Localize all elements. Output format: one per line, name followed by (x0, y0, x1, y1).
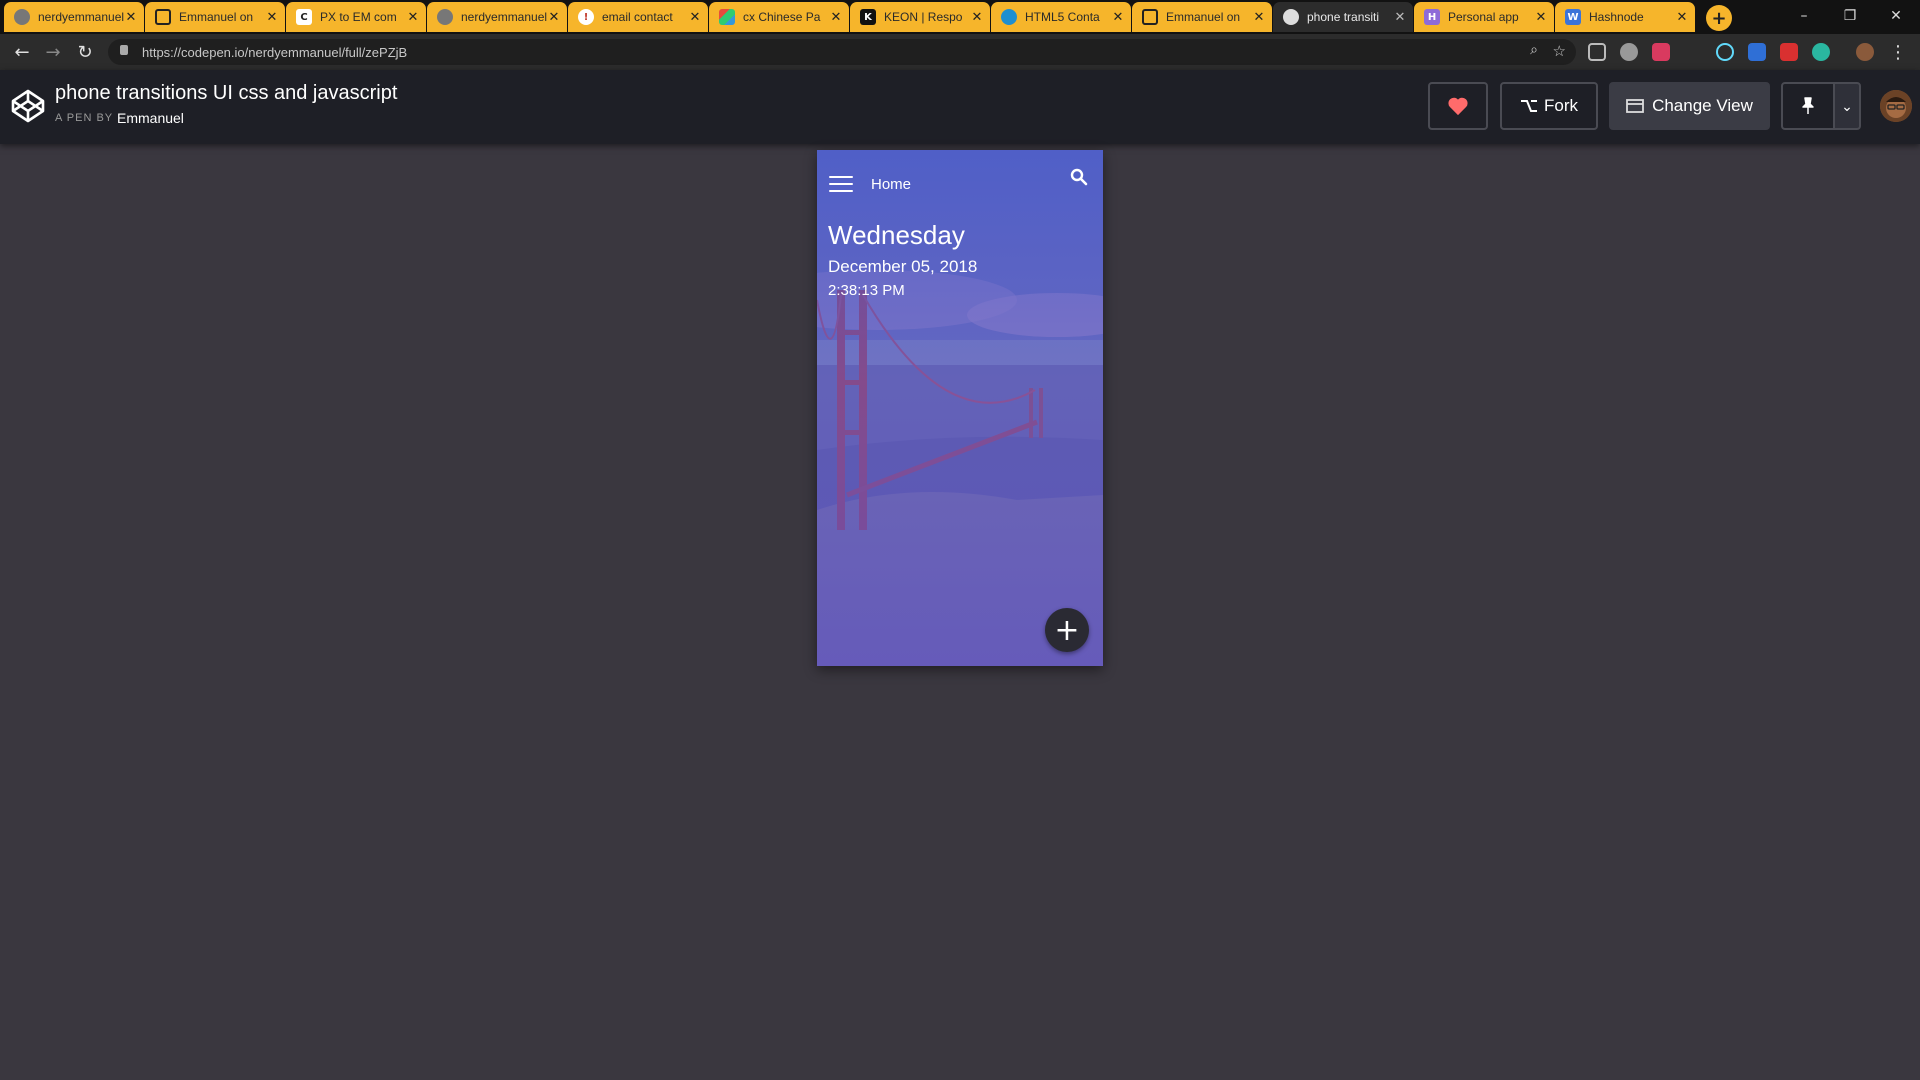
menu-dots-icon[interactable]: ⋮ (1886, 40, 1910, 64)
browser-toolbar: ← → ↻ https://codepen.io/nerdyemmanuel/f… (0, 34, 1920, 70)
close-icon[interactable]: ✕ (688, 10, 702, 25)
love-button[interactable] (1428, 82, 1488, 130)
browser-tab[interactable]: C PX to EM com ✕ (286, 2, 426, 32)
tab-title: KEON | Respo (884, 10, 963, 24)
codepen-icon (1142, 9, 1158, 25)
profile-avatar-icon[interactable] (1856, 43, 1874, 61)
close-icon[interactable]: ✕ (1393, 10, 1407, 25)
react-icon[interactable] (1716, 43, 1734, 61)
tab-title: email contact (602, 10, 673, 24)
close-icon[interactable]: ✕ (547, 10, 561, 25)
browser-tab[interactable]: H Personal app ✕ (1414, 2, 1554, 32)
url-text: https://codepen.io/nerdyemmanuel/full/ze… (142, 45, 408, 60)
chevron-down-icon: ⌄ (1841, 97, 1853, 114)
close-icon[interactable]: ✕ (265, 10, 279, 25)
codepen-header: phone transitions UI css and javascript … (0, 70, 1920, 144)
hamburger-menu-icon[interactable] (829, 176, 853, 194)
tab-title: cx Chinese Pa (743, 10, 821, 24)
pin-button[interactable] (1781, 82, 1835, 130)
reload-icon[interactable]: ↻ (73, 40, 97, 64)
browser-tab[interactable]: HTML5 Conta ✕ (991, 2, 1131, 32)
close-icon[interactable]: ✕ (829, 10, 843, 25)
time-text: 2:38:13 PM (828, 282, 905, 299)
back-icon[interactable]: ← (10, 40, 34, 64)
info-icon: ! (578, 9, 594, 25)
globe-icon (1283, 9, 1299, 25)
close-icon[interactable]: ✕ (406, 10, 420, 25)
fork-button[interactable]: Fork (1500, 82, 1598, 130)
browser-tab[interactable]: Emmanuel on ✕ (1132, 2, 1272, 32)
browser-tab[interactable]: ! email contact ✕ (568, 2, 708, 32)
close-window-icon[interactable]: ✕ (1876, 4, 1916, 28)
user-avatar[interactable] (1880, 90, 1912, 122)
tab-title: Personal app (1448, 10, 1519, 24)
tab-title: PX to EM com (320, 10, 397, 24)
k-icon: K (860, 9, 876, 25)
pen-author-link[interactable]: Emmanuel (117, 110, 184, 126)
tab-title: Emmanuel on (1166, 10, 1241, 24)
tab-title: HTML5 Conta (1025, 10, 1100, 24)
extension-icon[interactable] (1748, 43, 1766, 61)
c-icon: C (296, 9, 312, 25)
extension-icon[interactable] (1588, 43, 1606, 61)
close-icon[interactable]: ✕ (1675, 10, 1689, 25)
change-view-button[interactable]: Change View (1609, 82, 1770, 130)
phone-nav-title: Home (871, 176, 912, 193)
phone-mockup: Home Wednesday December 05, 2018 2:38:13… (817, 150, 1103, 666)
forward-icon[interactable]: → (41, 40, 65, 64)
minimize-icon[interactable]: – (1784, 4, 1824, 28)
browser-tab[interactable]: W Hashnode ✕ (1555, 2, 1695, 32)
add-fab-button[interactable]: + (1045, 608, 1089, 652)
search-icon[interactable] (1070, 168, 1088, 186)
close-icon[interactable]: ✕ (124, 10, 138, 25)
close-icon[interactable]: ✕ (970, 10, 984, 25)
codepen-logo-icon[interactable] (10, 88, 46, 124)
date-text: December 05, 2018 (828, 257, 978, 276)
tab-title: nerdyemmanuel (461, 10, 547, 24)
browser-tab[interactable]: Emmanuel on ✕ (145, 2, 285, 32)
pen-by-label: A PEN BY (55, 112, 114, 124)
bookmark-star-icon[interactable]: ☆ (1553, 42, 1566, 60)
heart-icon (1448, 97, 1468, 116)
extension-icon[interactable] (1812, 43, 1830, 61)
extension-icon[interactable] (1652, 43, 1670, 61)
browser-tab-active[interactable]: phone transiti ✕ (1273, 2, 1413, 32)
browser-tab-strip: nerdyemmanuel ✕ Emmanuel on ✕ C PX to EM… (0, 0, 1920, 34)
w-icon: W (1565, 9, 1581, 25)
address-bar[interactable]: https://codepen.io/nerdyemmanuel/full/ze… (108, 39, 1576, 65)
tab-title: Hashnode (1589, 10, 1644, 24)
fork-icon (1521, 100, 1537, 112)
pin-dropdown-button[interactable]: ⌄ (1833, 82, 1861, 130)
browser-tab[interactable]: cx Chinese Pa ✕ (709, 2, 849, 32)
globe-icon (14, 9, 30, 25)
avatar-face-icon (1880, 90, 1912, 122)
browser-tab[interactable]: nerdyemmanuel ✕ (427, 2, 567, 32)
pen-title: phone transitions UI css and javascript (55, 82, 398, 104)
gear-icon[interactable] (1620, 43, 1638, 61)
layout-icon (1626, 99, 1644, 113)
dot-icon (1001, 9, 1017, 25)
fork-label: Fork (1544, 96, 1578, 115)
zoom-icon[interactable]: ⌕ (1530, 42, 1538, 58)
close-icon[interactable]: ✕ (1534, 10, 1548, 25)
h-icon: H (1424, 9, 1440, 25)
tab-title: phone transiti (1307, 10, 1380, 24)
close-icon[interactable]: ✕ (1252, 10, 1266, 25)
tab-title: Emmanuel on (179, 10, 254, 24)
extension-icon[interactable] (1780, 43, 1798, 61)
close-icon[interactable]: ✕ (1111, 10, 1125, 25)
globe-icon (437, 9, 453, 25)
browser-tab[interactable]: K KEON | Respo ✕ (850, 2, 990, 32)
weekday-text: Wednesday (828, 220, 965, 250)
lock-icon (120, 45, 128, 55)
restore-icon[interactable]: ❐ (1830, 4, 1870, 28)
new-tab-button[interactable]: + (1706, 5, 1732, 31)
pin-icon (1802, 97, 1814, 114)
browser-tab[interactable]: nerdyemmanuel ✕ (4, 2, 144, 32)
change-view-label: Change View (1652, 96, 1753, 115)
colorful-icon (719, 9, 735, 25)
tab-title: nerdyemmanuel (38, 10, 124, 24)
plus-icon: + (1054, 612, 1080, 648)
codepen-icon (155, 9, 171, 25)
